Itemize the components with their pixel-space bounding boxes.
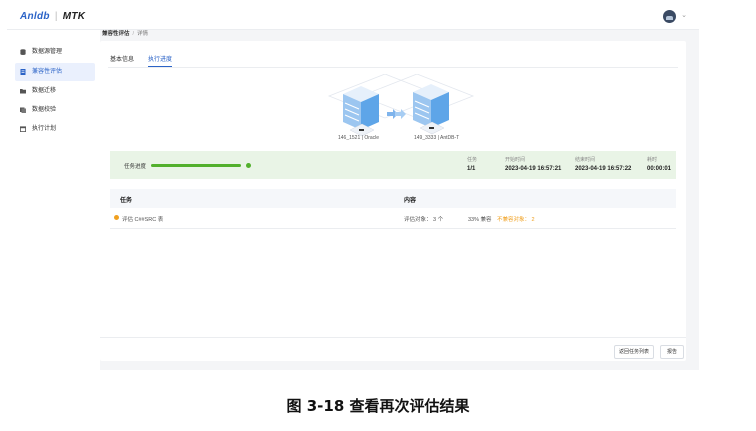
report-icon [20,69,26,75]
sidebar-item-verify[interactable]: 数据校验 [15,101,95,119]
progress-fill [151,164,241,167]
source-server-icon [343,86,379,137]
source-label: 146_1521 | Oracle [338,135,380,141]
chevron-down-icon[interactable]: ⌄ [681,11,687,19]
breadcrumb-current: 详情 [137,31,149,37]
stat-task-value: 1/1 [467,166,476,172]
warning-status-dot [114,215,119,220]
app-logo: Anldb | MTK [20,11,86,22]
table-row[interactable]: 评估 C##SRC 表 评估对象： 3 个 33% 兼容 不兼容对象： 2 [110,208,676,229]
incompatible-objects-link[interactable]: 不兼容对象： 2 [497,215,535,223]
top-bar: Anldb | MTK ⌄ [7,4,699,30]
report-button[interactable]: 报告 [660,345,684,359]
product-name: MTK [62,11,86,22]
breadcrumb-parent[interactable]: 兼容性评估 [102,31,130,37]
target-server-icon [413,84,449,135]
column-header-content: 内容 [404,198,417,204]
sidebar-item-label: 数据校验 [32,107,57,113]
figure-caption: 图 3-18 查看再次评估结果 [286,397,470,415]
compat-ratio: 33% 兼容 [468,217,492,223]
sidebar-item-datasource[interactable]: 数据源管理 [15,43,95,61]
target-label: 149_3333 | AntDB-T [414,135,460,141]
sidebar-item-label: 数据源管理 [32,49,63,55]
sidebar: 数据源管理 兼容性评估 数据迁移 数据校验 执行计划 [7,30,100,370]
back-to-task-list-button[interactable]: 返回任务列表 [614,345,654,359]
stat-start-key: 开始时间 [505,157,526,163]
database-icon [20,49,26,55]
stat-end-key: 结束时间 [575,157,596,163]
stat-duration-value: 00:00:01 [647,166,672,172]
sidebar-item-assessment[interactable]: 兼容性评估 [15,63,95,81]
task-name: 评估 C##SRC 表 [122,217,164,223]
stat-start-value: 2023-04-19 16:57:21 [505,166,562,172]
stat-duration-key: 耗时 [647,157,658,163]
stat-task-key: 任务 [467,157,478,163]
progress-complete-dot [246,163,251,168]
stat-end-value: 2023-04-19 16:57:22 [575,166,632,172]
progress-bar [151,164,241,167]
breadcrumb-separator: / [132,31,135,37]
folder-icon [20,89,26,94]
tab-basic-info[interactable]: 基本信息 [110,54,134,63]
sidebar-item-migration[interactable]: 数据迁移 [15,82,95,100]
sidebar-item-label: 兼容性评估 [32,69,63,75]
breadcrumb: 兼容性评估 / 详情 [102,29,148,37]
column-header-task: 任务 [120,198,133,204]
table-header: 任务 内容 [110,189,676,208]
progress-panel: 任务进度 任务 1/1 开始时间 2023-04-19 16:57:21 结束时… [110,151,676,179]
footer-divider [100,337,686,338]
calendar-icon [20,126,26,132]
brand-logo: Anldb [20,11,50,22]
sidebar-item-label: 数据迁移 [32,88,57,94]
diagram-graphic [327,74,475,137]
check-icon [20,107,26,113]
object-count: 评估对象： 3 个 [404,217,444,223]
migration-diagram [325,74,475,144]
avatar[interactable] [663,10,676,23]
sidebar-item-plan[interactable]: 执行计划 [15,120,95,138]
sidebar-item-label: 执行计划 [32,126,57,132]
tab-execution-progress[interactable]: 执行进度 [148,54,172,63]
detail-card: 基本信息 执行进度 146_1521 | Oracle 149_3333 | A… [100,41,686,361]
progress-label: 任务进度 [124,164,147,170]
tab-divider [108,67,678,68]
